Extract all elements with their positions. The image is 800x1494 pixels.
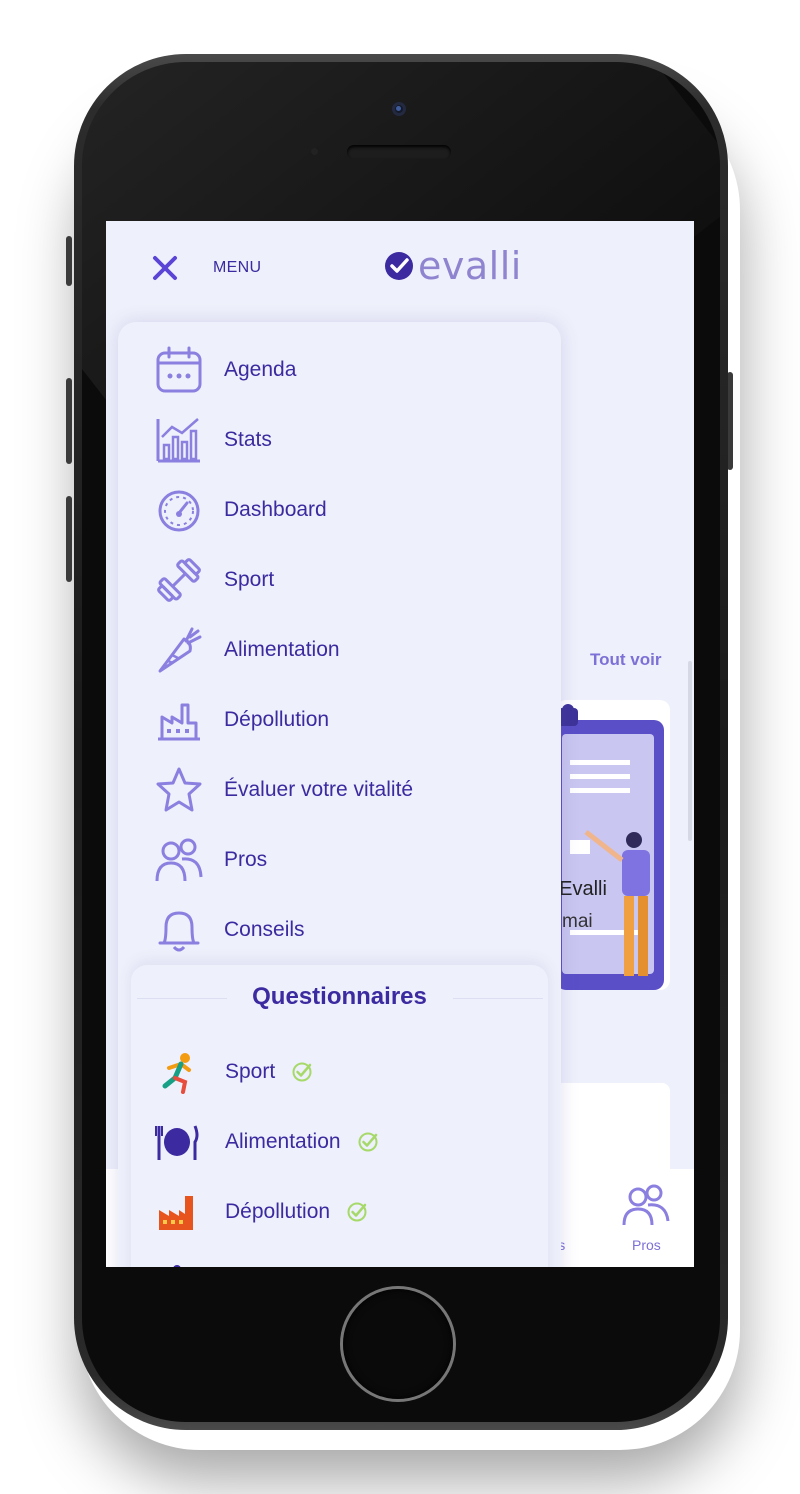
questionnaire-item-sport[interactable]: Sport xyxy=(155,1050,313,1094)
app-screen: Tout voir nEvalli mai ils xyxy=(106,221,694,1267)
users-icon xyxy=(622,1184,670,1226)
card-date-text: mai xyxy=(562,911,593,932)
close-icon[interactable] xyxy=(150,253,180,283)
users-icon xyxy=(155,838,203,882)
menu-item-label: Dashboard xyxy=(224,498,327,521)
questionnaire-item-alimentation[interactable]: Alimentation xyxy=(155,1120,379,1164)
volume-up-button xyxy=(66,378,72,464)
menu-item-vitalite[interactable]: Évaluer votre vitalité xyxy=(154,765,413,815)
menu-item-conseils[interactable]: Conseils xyxy=(154,905,305,955)
menu-item-label: Alimentation xyxy=(224,638,340,661)
check-circle-icon xyxy=(347,1202,367,1222)
dumbbell-icon xyxy=(157,558,201,602)
logo-check-icon xyxy=(385,252,413,280)
menu-item-alimentation[interactable]: Alimentation xyxy=(154,625,340,675)
scrollbar[interactable] xyxy=(688,661,692,841)
logo-text: evalli xyxy=(418,244,522,288)
factory-icon xyxy=(158,703,200,741)
gauge-icon xyxy=(158,490,200,532)
proximity-sensor xyxy=(311,148,318,155)
front-camera xyxy=(392,102,406,116)
star-icon xyxy=(156,767,202,812)
questionnaire-item-depollution[interactable]: Dépollution xyxy=(155,1190,368,1234)
menu-item-label: Conseils xyxy=(224,918,305,941)
mute-switch xyxy=(66,236,72,286)
menu-item-dashboard[interactable]: Dashboard xyxy=(154,485,327,535)
stats-chart-icon xyxy=(156,418,200,463)
menu-item-agenda[interactable]: Agenda xyxy=(154,345,296,395)
menu-item-label: Stats xyxy=(224,428,272,451)
home-button[interactable] xyxy=(343,1289,453,1399)
check-circle-icon xyxy=(358,1132,378,1152)
volume-down-button xyxy=(66,496,72,582)
menu-label: MENU xyxy=(213,259,262,276)
section-title: Questionnaires xyxy=(252,983,427,1010)
tab-pros-label: Pros xyxy=(632,1237,661,1253)
menu-item-label: Sport xyxy=(224,568,275,591)
menu-item-stats[interactable]: Stats xyxy=(154,415,272,465)
card-title-text: nEvalli xyxy=(556,878,607,900)
menu-item-sport[interactable]: Sport xyxy=(154,555,274,605)
menu-item-label: Évaluer votre vitalité xyxy=(224,778,414,801)
divider xyxy=(453,998,543,999)
navigation-drawer: Agenda Stats Dashboard Sport Alimentatio… xyxy=(118,322,561,1267)
clipboard-illustration-icon xyxy=(556,704,664,990)
questionnaire-item-next[interactable] xyxy=(155,1257,199,1267)
partial-icon xyxy=(173,1265,181,1267)
questionnaires-section: Questionnaires Sport Alimentation Dépoll… xyxy=(131,965,548,1267)
see-all-link[interactable]: Tout voir xyxy=(590,650,661,670)
runner-icon xyxy=(162,1053,191,1094)
background-card[interactable]: nEvalli mai xyxy=(556,700,670,990)
questionnaire-label: Alimentation xyxy=(225,1130,341,1153)
menu-item-label: Pros xyxy=(224,848,268,871)
bell-icon xyxy=(158,911,200,952)
earpiece-speaker xyxy=(347,145,451,159)
menu-item-label: Agenda xyxy=(224,358,297,381)
factory-color-icon xyxy=(159,1196,193,1230)
evalli-logo: evalli xyxy=(384,247,522,285)
questionnaire-label: Sport xyxy=(225,1060,276,1083)
questionnaire-label: Dépollution xyxy=(225,1200,331,1223)
plate-cutlery-icon xyxy=(155,1125,199,1160)
menu-item-pros[interactable]: Pros xyxy=(154,835,267,885)
menu-item-depollution[interactable]: Dépollution xyxy=(154,695,329,745)
check-circle-icon xyxy=(292,1062,312,1082)
carrot-icon xyxy=(158,627,202,673)
menu-item-label: Dépollution xyxy=(224,708,330,731)
calendar-icon xyxy=(156,346,202,393)
